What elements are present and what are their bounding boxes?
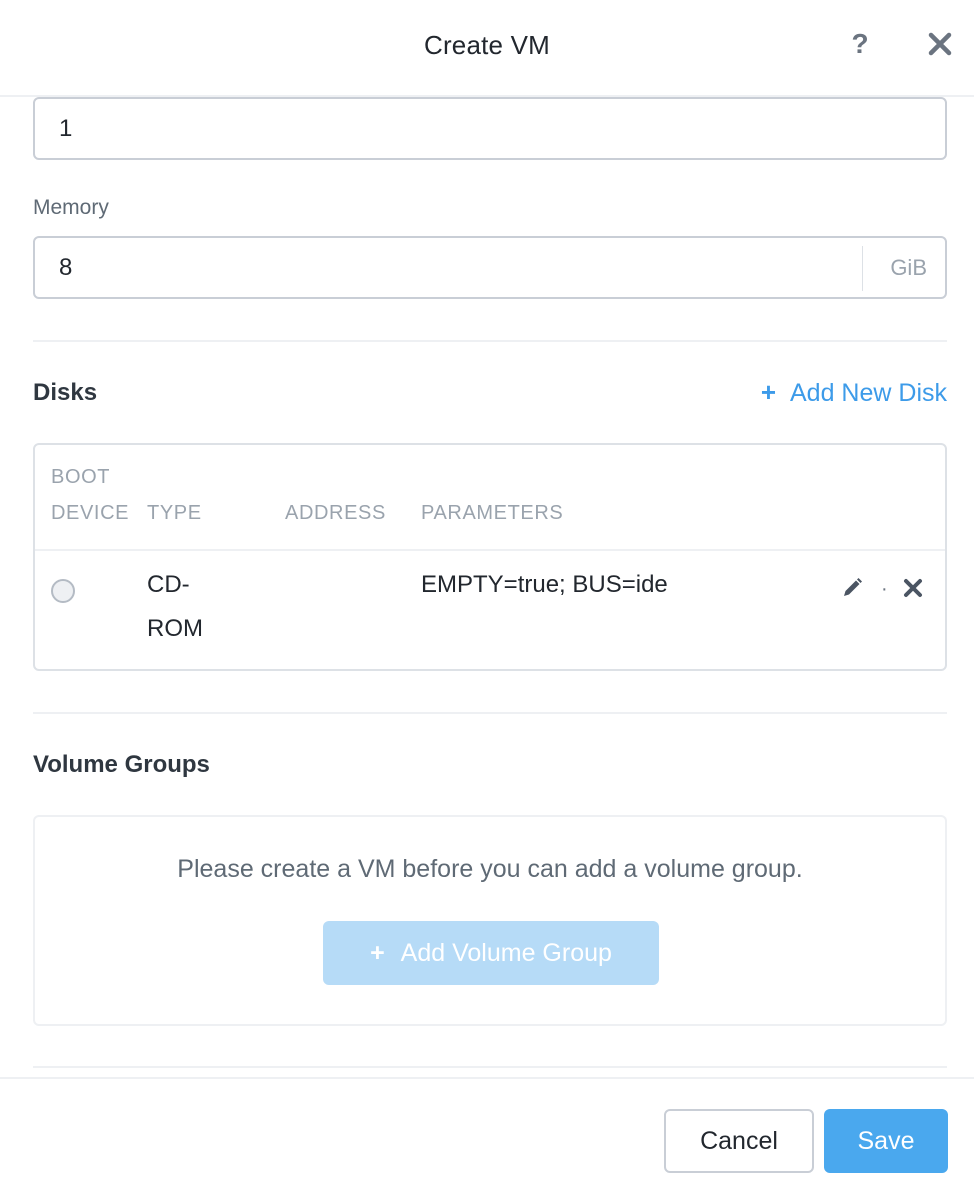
disks-section-title: Disks xyxy=(33,379,98,406)
section-divider xyxy=(33,712,947,714)
help-icon[interactable]: ? xyxy=(846,28,874,60)
dialog-title: Create VM xyxy=(423,30,551,60)
memory-label: Memory xyxy=(33,196,109,219)
save-button[interactable]: Save xyxy=(824,1109,948,1173)
add-new-disk-label: Add New Disk xyxy=(790,379,947,407)
plus-icon: + xyxy=(370,939,385,967)
delete-icon[interactable] xyxy=(903,578,923,598)
add-volume-group-label: Add Volume Group xyxy=(400,939,612,967)
add-volume-group-button[interactable]: + Add Volume Group xyxy=(323,921,659,985)
volume-groups-section-title: Volume Groups xyxy=(33,751,210,778)
section-divider xyxy=(33,1066,947,1068)
disk-type-line2: ROM xyxy=(147,615,203,642)
dialog-header: Create VM ? xyxy=(0,0,974,97)
column-header-boot: BOOT xyxy=(51,466,111,488)
column-header-type: TYPE xyxy=(147,502,202,524)
column-header-address: ADDRESS xyxy=(285,502,386,524)
vcpu-input[interactable]: 1 xyxy=(33,97,947,160)
disk-type-line1: CD- xyxy=(147,571,190,598)
dialog-footer: Cancel Save xyxy=(0,1077,974,1194)
unit-divider xyxy=(862,246,863,291)
memory-unit: GiB xyxy=(890,255,927,280)
close-icon[interactable] xyxy=(926,30,954,58)
section-divider xyxy=(33,340,947,342)
memory-input[interactable]: 8 GiB xyxy=(33,236,947,299)
disk-parameters: EMPTY=true; BUS=ide xyxy=(421,571,668,598)
disks-table: BOOT DEVICE TYPE ADDRESS PARAMETERS CD- … xyxy=(33,443,947,671)
action-separator: · xyxy=(881,578,888,600)
plus-icon: + xyxy=(760,377,776,407)
edit-icon[interactable] xyxy=(841,577,863,599)
column-header-device: DEVICE xyxy=(51,502,130,524)
dialog-body: 1 Memory 8 GiB Disks + Add New Disk BOOT … xyxy=(0,97,974,1077)
add-new-disk-link[interactable]: + Add New Disk xyxy=(761,377,947,408)
cancel-button[interactable]: Cancel xyxy=(664,1109,814,1173)
volume-groups-message: Please create a VM before you can add a … xyxy=(177,855,803,883)
vcpu-input-value: 1 xyxy=(59,115,73,142)
volume-groups-panel: Please create a VM before you can add a … xyxy=(33,815,947,1026)
table-header-divider xyxy=(35,549,945,551)
boot-device-radio[interactable] xyxy=(51,579,75,603)
column-header-parameters: PARAMETERS xyxy=(421,502,564,524)
memory-input-value: 8 xyxy=(59,254,73,281)
create-vm-dialog: Create VM ? 1 Memory 8 GiB Disks + Add Ne… xyxy=(0,0,974,1194)
